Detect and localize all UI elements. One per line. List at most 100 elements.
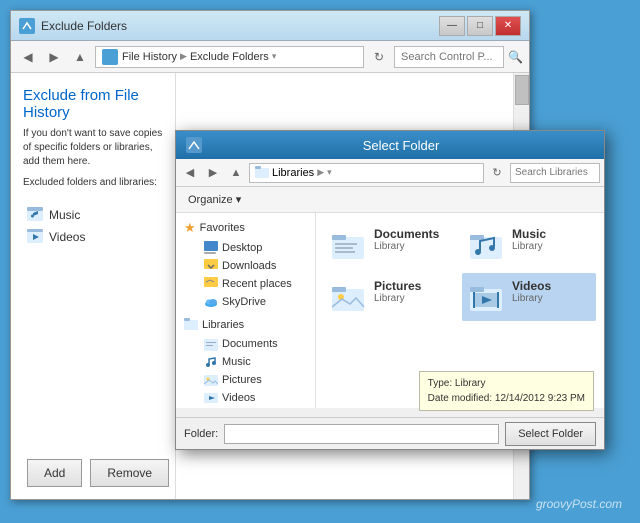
- back-button[interactable]: ◀: [17, 46, 39, 68]
- libraries-label: Libraries: [202, 319, 244, 331]
- dialog-forward-button[interactable]: ▶: [203, 163, 223, 183]
- libraries-children: Documents Music Pictures Videos: [176, 335, 315, 407]
- downloads-label: Downloads: [222, 260, 276, 272]
- tree-item-music[interactable]: Music: [196, 353, 315, 371]
- tree-item-documents[interactable]: Documents: [196, 335, 315, 353]
- excluded-list: Music Videos: [11, 200, 175, 252]
- list-item[interactable]: Videos: [11, 226, 175, 248]
- watermark: groovyPost.com: [536, 497, 622, 511]
- folder-item-videos[interactable]: Videos Library: [462, 273, 596, 321]
- folder-label: Folder:: [184, 428, 218, 440]
- videos-library-icon: [27, 229, 43, 245]
- videos-tree-label: Videos: [222, 392, 255, 404]
- dialog-breadcrumb-arrow: ▶: [317, 167, 324, 178]
- address-dropdown-arrow: ▾: [272, 51, 277, 62]
- scrollbar-thumb[interactable]: [515, 75, 529, 105]
- remove-button[interactable]: Remove: [90, 459, 169, 487]
- music-tree-label: Music: [222, 356, 251, 368]
- videos-folder-icon: [468, 279, 504, 315]
- libraries-section: Libraries Documents Music Pictures: [176, 315, 315, 407]
- up-button[interactable]: ▲: [69, 46, 91, 68]
- dialog-search-input[interactable]: [510, 163, 600, 183]
- dialog-title-bar: Select Folder: [176, 131, 604, 159]
- minimize-button[interactable]: —: [439, 16, 465, 36]
- tooltip-type: Type: Library: [428, 376, 585, 391]
- videos-tooltip: Type: Library Date modified: 12/14/2012 …: [419, 371, 594, 411]
- pictures-folder-icon: [330, 279, 366, 315]
- organize-button[interactable]: Organize ▾: [184, 191, 245, 208]
- address-bar: ◀ ▶ ▲ File History ▶ Exclude Folders ▾ ↻…: [11, 41, 529, 73]
- pictures-type: Library: [374, 293, 452, 304]
- desktop-label: Desktop: [222, 242, 262, 254]
- star-icon: ★: [184, 220, 196, 236]
- excluded-label: Excluded folders and libraries:: [23, 177, 163, 188]
- music-type: Library: [512, 241, 590, 252]
- list-item[interactable]: Music: [11, 204, 175, 226]
- skydrive-icon: [204, 295, 218, 309]
- dialog-app-icon: [186, 137, 202, 153]
- breadcrumb-exclude-folders: Exclude Folders: [190, 51, 269, 63]
- recent-label: Recent places: [222, 278, 292, 290]
- search-input[interactable]: [394, 46, 504, 68]
- music-item-label: Music: [49, 208, 80, 222]
- documents-info: Documents Library: [374, 227, 452, 252]
- dialog-refresh-button[interactable]: ↻: [487, 163, 507, 183]
- desktop-icon: [204, 241, 218, 255]
- dialog-up-button[interactable]: ▲: [226, 163, 246, 183]
- search-icon: 🔍: [508, 50, 523, 64]
- favorites-header[interactable]: ★ Favorites: [176, 217, 315, 239]
- folder-item-pictures[interactable]: Pictures Library: [324, 273, 458, 321]
- favorites-label: Favorites: [200, 222, 245, 234]
- music-library-icon: [27, 207, 43, 223]
- tree-item-pictures[interactable]: Pictures: [196, 371, 315, 389]
- button-area: Add Remove: [27, 459, 169, 487]
- pictures-tree-icon: [204, 373, 218, 387]
- title-bar-left: Exclude Folders: [19, 18, 127, 34]
- breadcrumb-separator: ▶: [180, 51, 187, 62]
- recent-icon: [204, 277, 218, 291]
- select-folder-dialog: Select Folder ◀ ▶ ▲ Libraries ▶ ▾ ↻ Orga…: [175, 130, 605, 450]
- videos-tree-icon: [204, 391, 218, 405]
- favorites-children: Desktop Downloads Recent places SkyDrive: [176, 239, 315, 311]
- dialog-title-text: Select Folder: [208, 138, 594, 153]
- window-title: Exclude Folders: [41, 19, 127, 33]
- address-box[interactable]: File History ▶ Exclude Folders ▾: [95, 46, 364, 68]
- refresh-button[interactable]: ↻: [368, 46, 390, 68]
- tree-item-videos[interactable]: Videos: [196, 389, 315, 407]
- dialog-back-button[interactable]: ◀: [180, 163, 200, 183]
- title-bar-controls: — □ ✕: [439, 16, 521, 36]
- tree-item-desktop[interactable]: Desktop: [196, 239, 315, 257]
- documents-name: Documents: [374, 227, 452, 241]
- select-folder-button[interactable]: Select Folder: [505, 422, 596, 446]
- add-button[interactable]: Add: [27, 459, 82, 487]
- documents-tree-icon: [204, 337, 218, 351]
- folder-input[interactable]: [224, 424, 499, 444]
- page-heading: Exclude from File History: [23, 87, 163, 121]
- dialog-address-dropdown: ▾: [327, 167, 332, 178]
- pictures-tree-label: Pictures: [222, 374, 262, 386]
- dialog-breadcrumb: Libraries: [272, 167, 314, 179]
- folder-item-music[interactable]: Music Library: [462, 221, 596, 269]
- tree-item-skydrive[interactable]: SkyDrive: [196, 293, 315, 311]
- music-tree-icon: [204, 355, 218, 369]
- documents-type: Library: [374, 241, 452, 252]
- libraries-icon: [255, 166, 269, 180]
- dialog-address-bar: ◀ ▶ ▲ Libraries ▶ ▾ ↻: [176, 159, 604, 187]
- pictures-name: Pictures: [374, 279, 452, 293]
- videos-info: Videos Library: [512, 279, 590, 304]
- dialog-toolbar: Organize ▾: [176, 187, 604, 213]
- breadcrumb-file-history: File History: [122, 51, 177, 63]
- libraries-header[interactable]: Libraries: [176, 315, 315, 335]
- tree-item-recent[interactable]: Recent places: [196, 275, 315, 293]
- folder-item-documents[interactable]: Documents Library: [324, 221, 458, 269]
- heading-area: Exclude from File History If you don't w…: [11, 73, 175, 200]
- music-folder-icon: [468, 227, 504, 263]
- close-button[interactable]: ✕: [495, 16, 521, 36]
- dialog-sidebar: ★ Favorites Desktop Downloads Recent pla…: [176, 213, 316, 408]
- favorites-section: ★ Favorites Desktop Downloads Recent pla…: [176, 217, 315, 311]
- documents-tree-label: Documents: [222, 338, 278, 350]
- tree-item-downloads[interactable]: Downloads: [196, 257, 315, 275]
- forward-button[interactable]: ▶: [43, 46, 65, 68]
- dialog-address-box[interactable]: Libraries ▶ ▾: [249, 163, 484, 183]
- maximize-button[interactable]: □: [467, 16, 493, 36]
